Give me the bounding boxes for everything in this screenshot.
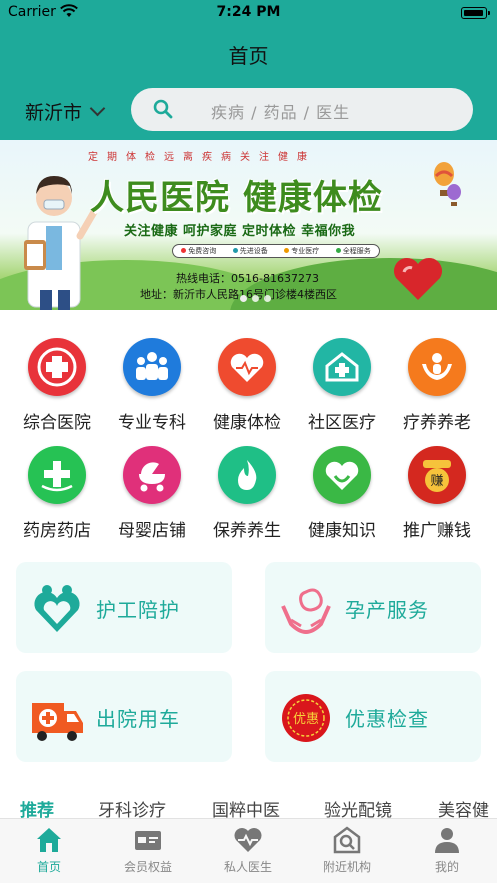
pharmacy-cross-icon [28,446,86,504]
banner-slogan: 关注健康 呵护家庭 定时体检 幸福你我 [124,224,356,239]
category-general-hospital[interactable]: 综合医院 [9,330,105,433]
promo-banner[interactable]: 定期体检远离疾病关注健康 人民医院 健康体检 关注健康 呵护家庭 定时体检 幸福… [0,140,497,310]
tabbar-label: 首页 [36,860,61,874]
tab-beauty[interactable]: 美容健 [438,796,489,820]
member-card-icon [135,831,161,850]
tabbar-label: 我的 [434,860,459,874]
category-pharmacy[interactable]: 药房药店 [9,438,105,541]
header: 首页 新沂市 疾病 / 药品 / 医生 [0,26,497,140]
heart-knowledge-icon [313,446,371,504]
carousel-dot[interactable] [252,295,259,302]
ambulance-icon [32,703,83,741]
service-card-label: 护工陪护 [96,598,180,622]
feature-pill: 先进设备 [232,246,268,256]
tabbar-label: 私人医生 [223,860,272,874]
feature-pill: 全程服务 [335,246,371,256]
category-label: 社区医疗 [308,413,376,433]
svg-text:优惠: 优惠 [293,712,319,727]
category-label: 疗养养老 [403,413,471,433]
status-bar: Carrier 7:24 PM [0,0,497,26]
tabbar-membership[interactable]: 会员权益 [108,825,188,875]
heart-check-icon [218,338,276,396]
banner-top-line: 定期体检远离疾病关注健康 [88,152,316,163]
banner-hotline: 热线电话：0516-81637273 [176,272,319,285]
battery-icon [461,7,490,19]
tabbar-label: 附近机构 [322,860,371,874]
category-label: 健康知识 [308,521,376,541]
banner-features: 免费咨询 先进设备 专业医疗 全程服务 [172,244,380,258]
discount-badge-icon: 优惠 [282,694,330,742]
tab-recommended[interactable]: 推荐 [20,796,54,820]
city-selector[interactable]: 新沂市 [25,98,106,125]
service-card-label: 孕产服务 [345,598,429,622]
hospital-cross-icon [28,338,86,396]
app-root: Carrier 7:24 PM 首页 新沂市 疾病 / 药品 / 医生 定期体检… [0,0,497,883]
service-card-discount-check[interactable]: 优惠 优惠检查 [265,671,481,762]
category-health-knowledge[interactable]: 健康知识 [294,438,390,541]
category-elderly-care[interactable]: 疗养养老 [389,330,485,433]
bottom-tab-bar: 首页 会员权益 私人医生 附近机构 我的 [0,818,497,883]
category-maternal-baby[interactable]: 母婴店铺 [104,438,200,541]
hot-air-balloon-icon [447,184,461,206]
service-card-label: 出院用车 [96,707,180,731]
doctors-group-icon [123,338,181,396]
caregiver-heart-icon [34,585,80,632]
clock: 7:24 PM [216,4,281,20]
service-card-label: 优惠检查 [345,707,429,731]
category-label: 母婴店铺 [118,521,186,541]
carousel-indicator[interactable] [240,295,271,302]
tabbar-nearby[interactable]: 附近机构 [307,825,387,875]
svg-text:赚: 赚 [430,473,443,489]
nearby-building-icon [333,826,361,854]
carousel-dot[interactable] [240,295,247,302]
tab-tcm[interactable]: 国粹中医 [212,796,280,820]
category-tabs: 推荐 牙科诊疗 国粹中医 验光配镜 美容健 [0,790,497,820]
category-label: 综合医院 [23,413,91,433]
baby-stroller-icon [123,446,181,504]
service-card-caregiver[interactable]: 护工陪护 [16,562,232,653]
home-icon [37,828,61,852]
category-label: 保养养生 [213,521,281,541]
tab-optometry[interactable]: 验光配镜 [324,796,392,820]
search-icon [153,99,173,119]
category-community-medical[interactable]: 社区医疗 [294,330,390,433]
feature-pill: 免费咨询 [181,246,216,256]
banner-address: 地址：新沂市人民路16号门诊楼4楼西区 [140,288,337,301]
flame-icon [218,446,276,504]
doctor-illustration-icon [24,176,98,310]
heart-stethoscope-icon [393,257,443,300]
category-promote-earn[interactable]: 赚 推广赚钱 [389,438,485,541]
service-card-discharge-car[interactable]: 出院用车 [16,671,232,762]
tabbar-private-doctor[interactable]: 私人医生 [208,825,288,875]
maternity-hands-icon [281,588,331,635]
category-health-checkup[interactable]: 健康体检 [199,330,295,433]
category-label: 健康体检 [213,413,281,433]
carousel-dot[interactable] [264,295,271,302]
tabbar-me[interactable]: 我的 [407,825,487,875]
heartbeat-icon [234,828,262,852]
category-label: 推广赚钱 [403,521,471,541]
chevron-down-icon [89,100,106,117]
city-label: 新沂市 [25,102,83,124]
search-input[interactable]: 疾病 / 药品 / 医生 [131,88,473,131]
community-clinic-icon [313,338,371,396]
user-icon [435,828,459,853]
feature-pill: 专业医疗 [284,246,319,256]
search-placeholder: 疾病 / 药品 / 医生 [211,103,351,122]
category-specialty[interactable]: 专业专科 [104,330,200,433]
category-label: 专业专科 [118,413,186,433]
elderly-care-icon [408,338,466,396]
tab-dental[interactable]: 牙科诊疗 [98,796,166,820]
category-label: 药房药店 [23,521,91,541]
tabbar-home[interactable]: 首页 [9,825,89,875]
money-bag-icon: 赚 [408,446,466,504]
category-wellness[interactable]: 保养养生 [199,438,295,541]
tabbar-label: 会员权益 [123,860,172,874]
banner-title: 人民医院 健康体检 [90,178,383,218]
service-card-maternity[interactable]: 孕产服务 [265,562,481,653]
page-title: 首页 [228,44,269,68]
